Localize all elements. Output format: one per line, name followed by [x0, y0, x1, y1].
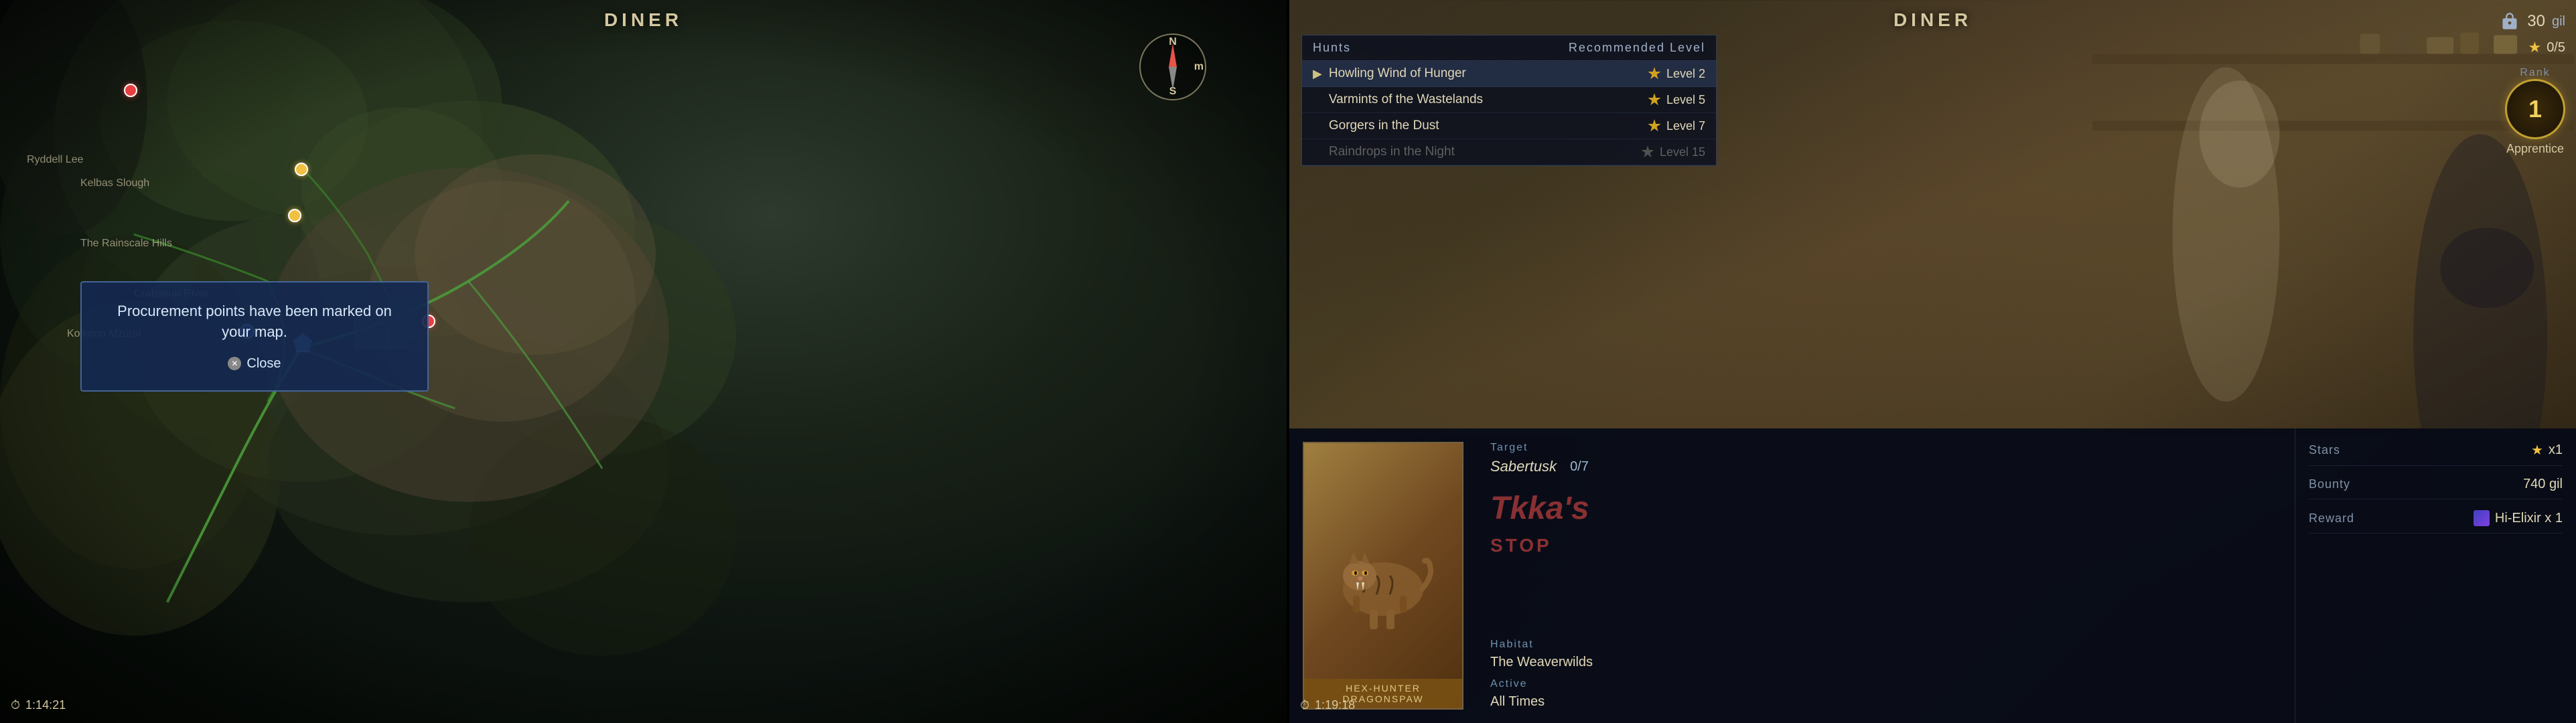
stars-reward-value: ★ x1	[2531, 442, 2563, 459]
star-reward-icon: ★	[2531, 442, 2543, 459]
map-marker-yellow-2	[288, 209, 301, 222]
hunts-header-label: Hunts	[1313, 41, 1351, 55]
dialog-close-button[interactable]: ✕ Close	[106, 356, 403, 372]
right-diner-panel: DINER 30 gil ★ 0/5 Rank 1 Apprentice Hun…	[1289, 0, 2576, 723]
hunts-panel: Hunts Recommended Level ▶ Howling Wind o…	[1301, 35, 1717, 166]
hunt-row-3[interactable]: ▶ Gorgers in the Dust Level 7	[1302, 113, 1716, 139]
level-icon-3	[1648, 119, 1661, 133]
hunt-row-4[interactable]: ▶ Raindrops in the Night Level 15	[1302, 139, 1716, 165]
level-icon-2	[1648, 93, 1661, 106]
rank-number: 1	[2528, 95, 2542, 123]
bounty-reward-value: 740 gil	[2523, 477, 2563, 492]
target-value-row: Sabertusk 0/7	[1490, 458, 2281, 475]
rank-display: Rank 1 Apprentice	[2505, 67, 2565, 156]
map-label-rainscale: The Rainscale Hills	[80, 238, 172, 250]
dialog-message: Procurement points have been marked on y…	[106, 301, 403, 343]
compass-east: m	[1194, 61, 1204, 73]
bounty-reward-label: Bounty	[2309, 477, 2350, 491]
habitat-label: Habitat	[1490, 639, 2281, 651]
hunt-level-badge-2: Level 5	[1648, 93, 1705, 107]
close-label: Close	[246, 356, 281, 372]
hunt-rewards-panel: Stars ★ x1 Bounty 740 gil Reward Hi-Elix…	[2295, 428, 2576, 723]
stars-display: ★ 0/5	[2528, 39, 2565, 56]
item-reward-value: Hi-Elixir x 1	[2474, 510, 2563, 526]
habitat-value: The Weaverwilds	[1490, 655, 2281, 670]
map-label-ryddell: Ryddell Lee	[27, 154, 84, 166]
item-reward-name: Hi-Elixir x 1	[2495, 511, 2563, 526]
habitat-info-row: Habitat The Weaverwilds	[1490, 639, 2281, 670]
item-reward-row: Reward Hi-Elixir x 1	[2309, 510, 2563, 534]
map-marker-yellow-1	[295, 163, 308, 176]
stars-reward-row: Stars ★ x1	[2309, 442, 2563, 466]
active-label: Active	[1490, 678, 2281, 690]
star-icon: ★	[2528, 39, 2541, 56]
hunt-level-badge-1: Level 2	[1648, 67, 1705, 81]
rank-label: Rank	[2520, 67, 2550, 79]
hunt-arrow-1: ▶	[1313, 67, 1322, 81]
hunt-row-1[interactable]: ▶ Howling Wind of Hunger Level 2	[1302, 61, 1716, 87]
hunt-row-2[interactable]: ▶ Varmints of the Wastelands Level 5	[1302, 87, 1716, 113]
stars-count: 0/5	[2547, 40, 2565, 56]
diner-stop: STOP	[1490, 535, 2281, 556]
stars-reward-amount: x1	[2549, 443, 2563, 458]
rank-circle: 1	[2505, 79, 2565, 139]
lock-icon	[2499, 11, 2520, 32]
clock-right: ⏱ 1:19:18	[1300, 698, 1355, 712]
bounty-amount: 740 gil	[2523, 477, 2563, 492]
right-panel-title: DINER	[1893, 9, 1972, 31]
gil-amount: 30	[2527, 12, 2545, 31]
rank-name: Apprentice	[2506, 142, 2564, 156]
map-label-kelbas: Kelbas Slough	[80, 177, 149, 189]
gil-label: gil	[2552, 14, 2565, 29]
level-text-3: Level 7	[1666, 119, 1705, 133]
close-circle-icon: ✕	[228, 357, 241, 370]
compass: N S m	[1139, 33, 1206, 100]
clock-icon-right: ⏱	[1300, 698, 1309, 712]
currency-display: 30 gil	[2499, 11, 2565, 32]
level-text-2: Level 5	[1666, 93, 1705, 107]
stars-reward-label: Stars	[2309, 443, 2340, 457]
hunt-name-1: Howling Wind of Hunger	[1329, 66, 1648, 81]
target-info-row: Target Sabertusk 0/7	[1490, 442, 2281, 475]
hunts-header-level: Recommended Level	[1569, 41, 1705, 55]
hunt-name-3: Gorgers in the Dust	[1329, 118, 1648, 133]
level-icon-1	[1648, 67, 1661, 80]
hunts-header: Hunts Recommended Level	[1302, 35, 1716, 61]
hunt-level-badge-4: Level 15	[1641, 145, 1705, 159]
level-text-4: Level 15	[1660, 145, 1705, 159]
map-marker-red-1	[124, 84, 137, 97]
active-info-row: Active All Times	[1490, 678, 2281, 710]
left-map-panel: DINER N S m Ryddell Lee Kelbas Slough Th…	[0, 0, 1287, 723]
hi-elixir-icon	[2474, 510, 2490, 526]
target-count: 0/7	[1570, 459, 1589, 475]
clock-time-left: 1:14:21	[25, 698, 66, 712]
procurement-dialog: Procurement points have been marked on y…	[80, 281, 429, 392]
clock-left: ⏱ 1:14:21	[11, 698, 66, 712]
level-icon-4	[1641, 145, 1654, 159]
hunt-name-4: Raindrops in the Night	[1329, 145, 1641, 159]
hunt-details-panel: HEX-HUNTER DRAGONSPAW Target Sabertusk 0…	[1289, 428, 2576, 723]
clock-icon-left: ⏱	[11, 698, 20, 712]
diner-signature: Tkka's	[1490, 490, 2281, 527]
hunt-card-inner: HEX-HUNTER DRAGONSPAW	[1304, 443, 1462, 708]
active-value: All Times	[1490, 694, 2281, 710]
clock-time-right: 1:19:18	[1315, 698, 1355, 712]
item-reward-label: Reward	[2309, 511, 2354, 526]
hunt-name-2: Varmints of the Wastelands	[1329, 92, 1648, 107]
target-name: Sabertusk	[1490, 458, 1557, 475]
left-panel-title: DINER	[604, 9, 683, 31]
hunt-info: Target Sabertusk 0/7 Tkka's STOP Habitat…	[1477, 428, 2295, 723]
hunt-level-badge-3: Level 7	[1648, 119, 1705, 133]
level-text-1: Level 2	[1666, 67, 1705, 81]
bounty-reward-row: Bounty 740 gil	[2309, 477, 2563, 499]
hunt-card: HEX-HUNTER DRAGONSPAW	[1303, 442, 1463, 710]
target-label: Target	[1490, 442, 2281, 454]
